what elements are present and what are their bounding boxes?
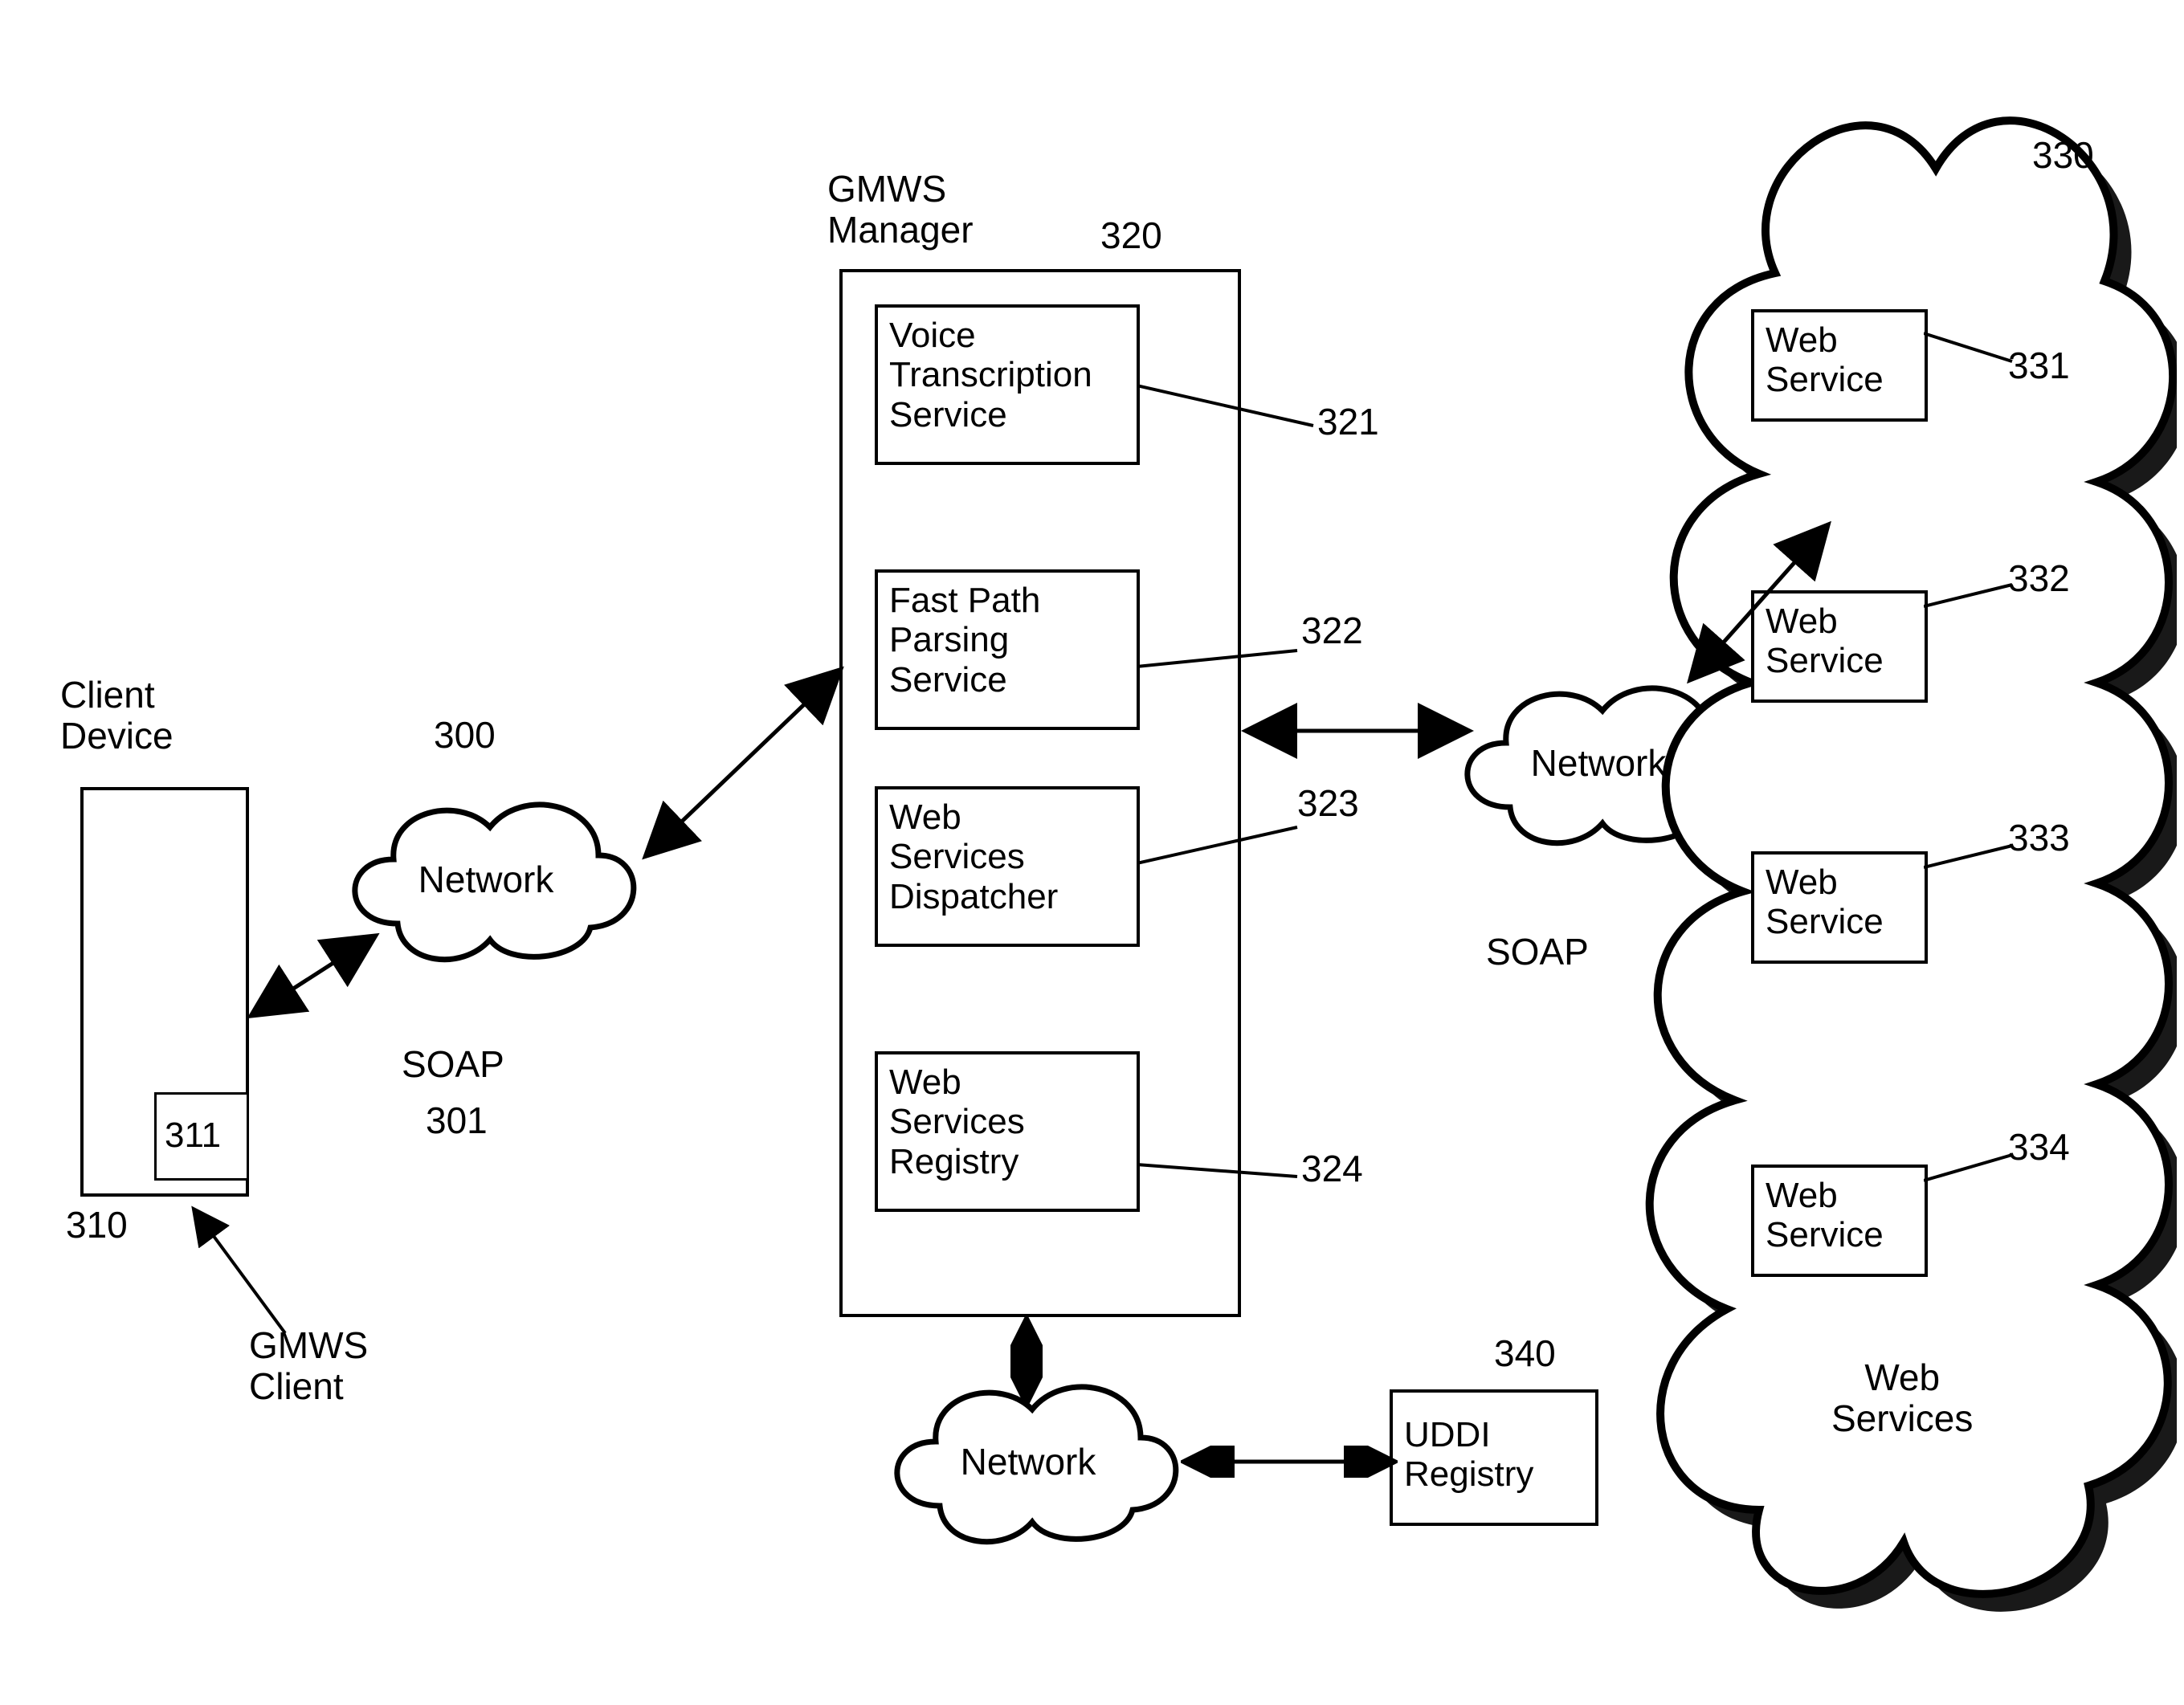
manager-item-2-ref: 323 bbox=[1297, 783, 1359, 824]
web-service-0-label: Web Service bbox=[1754, 312, 1925, 408]
manager-item-1-ref: 322 bbox=[1301, 610, 1363, 651]
arrow-net1-manager bbox=[635, 659, 851, 867]
web-services-ref: 330 bbox=[2032, 135, 2094, 176]
web-service-2-label: Web Service bbox=[1754, 855, 1925, 950]
web-service-1-ref: 332 bbox=[2008, 558, 2070, 599]
client-device-box: 311 bbox=[80, 787, 249, 1197]
web-services-title: Web Services bbox=[1831, 1357, 1973, 1438]
network-1-label: Network bbox=[418, 858, 554, 901]
diagram-canvas: Client Device 311 310 GMWS Client Networ… bbox=[0, 0, 2184, 1705]
web-service-2-ref: 333 bbox=[2008, 818, 2070, 859]
network-3-label: Network bbox=[961, 1440, 1096, 1483]
manager-item-1-box: Fast Path Parsing Service bbox=[875, 569, 1140, 730]
soap-1-ref: 301 bbox=[426, 1100, 488, 1141]
manager-item-0-label: Voice Transcription Service bbox=[878, 308, 1137, 443]
soap-1-label: SOAP bbox=[402, 1044, 504, 1085]
gmws-client-inner-box: 311 bbox=[154, 1092, 249, 1181]
uddi-label: UDDI Registry bbox=[1393, 1393, 1595, 1503]
web-service-3-label: Web Service bbox=[1754, 1168, 1925, 1263]
manager-item-1-label: Fast Path Parsing Service bbox=[878, 573, 1137, 708]
arrow-net3-uddi bbox=[1181, 1446, 1398, 1478]
manager-item-3-ref: 324 bbox=[1301, 1148, 1363, 1189]
web-service-0-ref: 331 bbox=[2008, 345, 2070, 386]
uddi-box: UDDI Registry bbox=[1390, 1389, 1598, 1526]
web-service-3-ref: 334 bbox=[2008, 1127, 2070, 1168]
manager-item-0-box: Voice Transcription Service bbox=[875, 304, 1140, 465]
manager-box: Voice Transcription Service Fast Path Pa… bbox=[839, 269, 1241, 1317]
web-service-0-box: Web Service bbox=[1751, 309, 1928, 422]
manager-ref: 320 bbox=[1100, 215, 1162, 256]
gmws-client-label: GMWS Client bbox=[249, 1325, 368, 1406]
web-service-1-label: Web Service bbox=[1754, 593, 1925, 689]
client-device-title: Client Device bbox=[60, 675, 173, 756]
manager-item-2-box: Web Services Dispatcher bbox=[875, 786, 1140, 947]
network-3-cloud: Network bbox=[867, 1349, 1189, 1558]
soap-2-label: SOAP bbox=[1486, 932, 1589, 973]
manager-item-3-box: Web Services Registry bbox=[875, 1051, 1140, 1212]
network-1-ref: 300 bbox=[434, 715, 496, 756]
manager-item-2-label: Web Services Dispatcher bbox=[878, 789, 1137, 924]
manager-item-3-label: Web Services Registry bbox=[878, 1054, 1137, 1189]
web-service-1-box: Web Service bbox=[1751, 590, 1928, 703]
network-1-cloud: Network bbox=[325, 767, 647, 976]
gmws-client-inner-ref: 311 bbox=[157, 1095, 247, 1176]
manager-item-0-ref: 321 bbox=[1317, 402, 1379, 443]
manager-title: GMWS Manager bbox=[827, 169, 974, 250]
uddi-ref: 340 bbox=[1494, 1333, 1556, 1374]
web-service-2-box: Web Service bbox=[1751, 851, 1928, 964]
web-service-3-box: Web Service bbox=[1751, 1165, 1928, 1277]
client-device-ref: 310 bbox=[66, 1205, 128, 1246]
